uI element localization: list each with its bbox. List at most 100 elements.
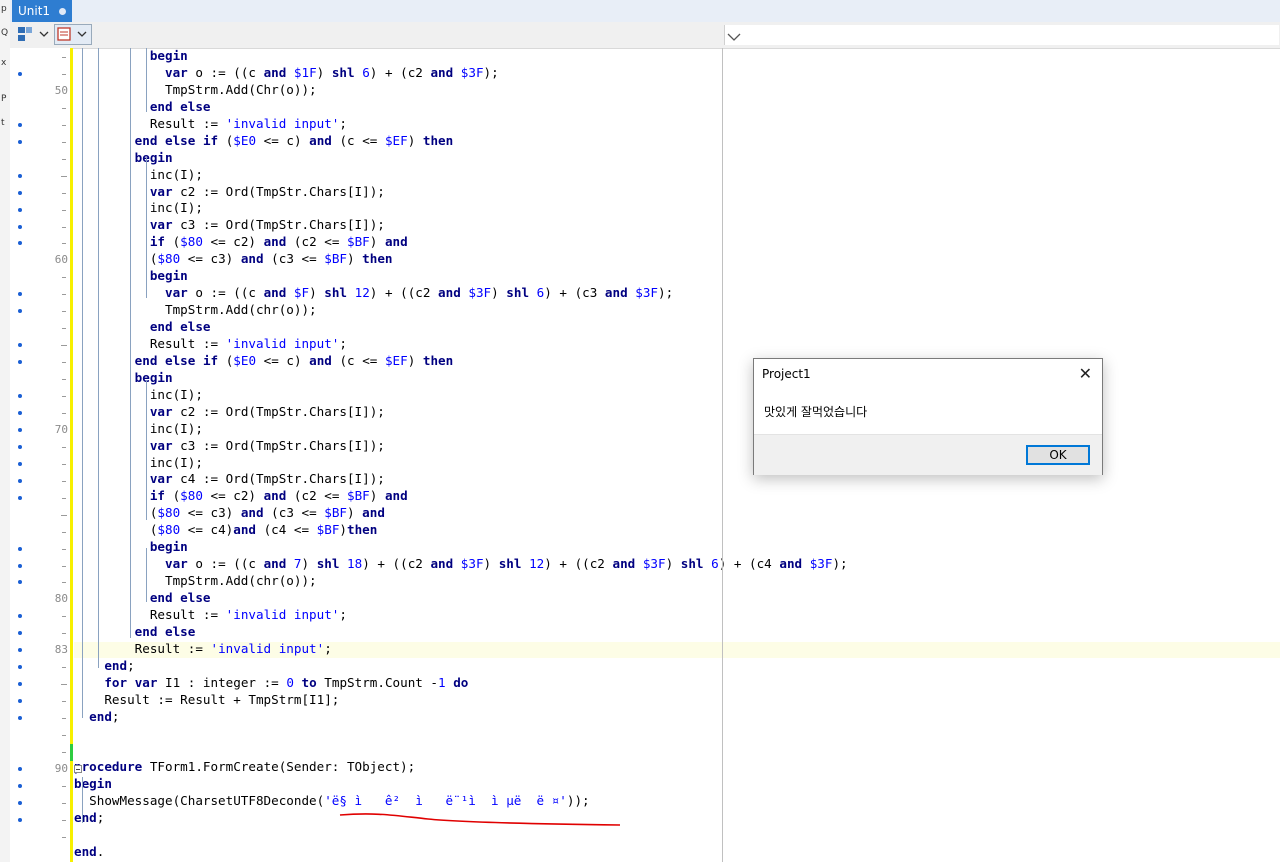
gutter-tick — [62, 480, 66, 482]
block-guide — [146, 48, 147, 112]
compiled-line-dot-icon[interactable] — [18, 190, 22, 195]
gutter-tick — [62, 836, 66, 838]
fold-toggle-icon[interactable] — [74, 765, 82, 773]
compiled-line-dot-icon[interactable] — [18, 766, 22, 771]
block-guide — [146, 158, 147, 298]
line-number: 50 — [54, 83, 68, 97]
code-line: begin — [134, 369, 173, 385]
code-line: ShowMessage(CharsetUTF8Deconde('ë§ ì ê² … — [74, 793, 590, 809]
block-guide — [130, 48, 131, 638]
code-line: var o := ((c and $1F) shl 6) + (c2 and $… — [165, 64, 499, 80]
gutter-tick — [62, 107, 66, 109]
gutter-tick — [62, 379, 66, 381]
compiled-line-dot-icon[interactable] — [18, 783, 22, 788]
gutter-tick — [61, 175, 67, 177]
gutter-tick — [62, 667, 66, 669]
code-line: Result := 'invalid input'; — [74, 115, 347, 131]
code-line: var c2 := Ord(TmpStr.Chars[I]); — [149, 183, 385, 199]
gutter-tick — [62, 785, 66, 787]
gutter-tick — [62, 565, 66, 567]
code-line: end; — [89, 708, 120, 724]
gutter-tick — [62, 412, 66, 414]
compiled-line-dot-icon[interactable] — [18, 817, 22, 822]
compiled-line-dot-icon[interactable] — [18, 173, 22, 178]
gutter-tick — [62, 616, 66, 618]
editor-gutter — [10, 48, 70, 862]
print-button[interactable] — [54, 24, 92, 45]
block-guide — [82, 48, 83, 718]
compiled-line-dot-icon[interactable] — [18, 71, 22, 76]
tab-label: Unit1 — [18, 4, 51, 18]
close-icon[interactable]: ✕ — [1079, 364, 1092, 383]
code-line: begin — [149, 268, 188, 284]
gutter-tick — [62, 192, 66, 194]
compiled-line-dot-icon[interactable] — [18, 394, 22, 398]
compiled-line-dot-icon[interactable] — [18, 224, 22, 229]
ok-button[interactable]: OK — [1026, 445, 1090, 465]
compiled-line-dot-icon[interactable] — [18, 478, 22, 483]
code-line: end else — [149, 98, 211, 114]
compiled-line-dot-icon[interactable] — [18, 410, 22, 415]
gutter-tick — [62, 311, 66, 313]
code-line: end else if ($E0 <= c) and (c <= $EF) th… — [134, 132, 454, 148]
gutter-tick — [62, 124, 66, 126]
code-line: var c2 := Ord(TmpStr.Chars[I]); — [149, 403, 385, 419]
compiled-line-dot-icon[interactable] — [18, 461, 22, 466]
gutter-tick — [62, 294, 66, 296]
code-line: end else — [149, 319, 211, 334]
compiled-line-dot-icon[interactable] — [18, 207, 22, 212]
code-line: TmpStrm.Add(Chr(o)); — [74, 81, 317, 97]
code-line: end else — [134, 623, 196, 639]
code-line: inc(I); — [74, 166, 203, 182]
compiled-line-dot-icon[interactable] — [18, 139, 22, 144]
saved-lines-bar — [70, 744, 73, 761]
structure-view-button[interactable] — [14, 24, 52, 45]
gutter-tick — [62, 141, 66, 143]
gutter-tick — [62, 531, 66, 533]
dialog-footer: OK — [754, 434, 1102, 475]
gutter-tick — [62, 446, 66, 448]
left-panel-char: t — [1, 118, 5, 128]
gutter-tick — [62, 463, 66, 465]
compiled-line-dot-icon[interactable] — [18, 546, 22, 551]
code-text: begin var o := ((c and $1F) shl 6) + (c2… — [74, 48, 848, 861]
code-line: var c3 := Ord(TmpStr.Chars[I]); — [149, 437, 385, 453]
gutter-tick — [61, 514, 67, 516]
gutter-tick — [61, 345, 67, 347]
code-line: ($80 <= c3) and (c3 <= $BF) and — [74, 505, 385, 521]
editor-toolbar — [10, 22, 1280, 49]
code-line: var o := ((c and 7) shl 18) + ((c2 and $… — [165, 556, 848, 572]
compiled-line-dot-icon[interactable] — [18, 427, 22, 432]
tab-unit1[interactable]: Unit1 — [12, 0, 72, 22]
print-icon — [57, 27, 87, 41]
chevron-down-icon[interactable] — [724, 26, 744, 46]
code-line: inc(I); — [74, 454, 203, 470]
block-guide — [82, 777, 83, 823]
gutter-tick — [62, 243, 66, 245]
code-line: Result := 'invalid input'; — [74, 335, 347, 351]
compiled-line-dot-icon[interactable] — [18, 122, 22, 127]
compiled-line-dot-icon[interactable] — [18, 444, 22, 449]
line-number: 90 — [54, 761, 68, 775]
code-line: begin — [149, 539, 188, 555]
block-guide — [146, 548, 147, 602]
code-line: var c3 := Ord(TmpStr.Chars[I]); — [149, 217, 385, 233]
gutter-tick — [62, 209, 66, 211]
method-navigator-combo[interactable] — [724, 25, 1279, 45]
left-panel-char: x — [1, 58, 7, 68]
gutter-tick — [62, 277, 66, 279]
compiled-line-dot-icon[interactable] — [18, 563, 22, 568]
line-number: 70 — [54, 422, 68, 436]
code-line: if ($80 <= c2) and (c2 <= $BF) and — [149, 488, 408, 504]
gutter-tick — [62, 751, 66, 753]
code-line: begin — [134, 149, 173, 165]
right-margin-line — [722, 48, 723, 862]
compiled-line-dot-icon[interactable] — [18, 800, 22, 805]
message-dialog: Project1 ✕ 맛있게 잘먹었습니다 OK — [753, 358, 1103, 475]
gutter-tick — [62, 226, 66, 228]
red-underline-annotation — [339, 813, 621, 826]
compiled-line-dot-icon[interactable] — [18, 495, 22, 500]
code-line: var o := ((c and $F) shl 12) + ((c2 and … — [165, 285, 674, 301]
code-line: ($80 <= c4)and (c4 <= $BF)then — [74, 522, 378, 538]
